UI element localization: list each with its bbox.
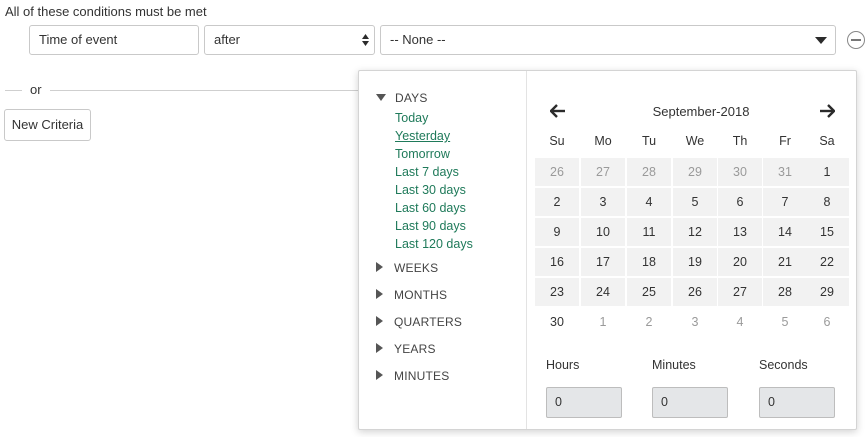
triangle-right-icon <box>376 343 383 353</box>
or-divider-right <box>50 90 360 91</box>
hours-input[interactable]: 0 <box>546 387 622 418</box>
hours-label: Hours <box>546 358 580 372</box>
group-days-label: DAYS <box>395 91 428 105</box>
panel-divider <box>526 71 527 429</box>
seconds-input[interactable]: 0 <box>759 387 835 418</box>
minutes-label: Minutes <box>652 358 696 372</box>
calendar-day[interactable]: 15 <box>805 218 849 246</box>
calendar-day[interactable]: 4 <box>718 308 762 336</box>
triangle-right-icon <box>376 316 383 326</box>
range-tomorrow[interactable]: Tomorrow <box>395 147 450 161</box>
arrow-right-icon[interactable] <box>819 104 835 118</box>
group-quarters[interactable]: QUARTERS <box>376 315 462 329</box>
range-last-60-days[interactable]: Last 60 days <box>395 201 466 215</box>
group-years-label: YEARS <box>394 342 436 356</box>
calendar-day[interactable]: 18 <box>627 248 671 276</box>
calendar-day[interactable]: 4 <box>627 188 671 216</box>
calendar-day[interactable]: 1 <box>805 158 849 186</box>
calendar-day[interactable]: 5 <box>673 188 717 216</box>
arrow-left-icon[interactable] <box>550 104 566 118</box>
group-minutes-label: MINUTES <box>394 369 450 383</box>
range-last-7-days[interactable]: Last 7 days <box>395 165 459 179</box>
triangle-right-icon <box>376 262 383 272</box>
calendar-day[interactable]: 29 <box>673 158 717 186</box>
weekday-label: Th <box>732 134 748 148</box>
calendar-day[interactable]: 13 <box>718 218 762 246</box>
calendar-day[interactable]: 10 <box>581 218 625 246</box>
calendar-day[interactable]: 26 <box>535 158 579 186</box>
calendar-day[interactable]: 3 <box>673 308 717 336</box>
operator-value: after <box>214 32 241 47</box>
group-quarters-label: QUARTERS <box>394 315 463 329</box>
calendar-day[interactable]: 16 <box>535 248 579 276</box>
calendar-day[interactable]: 28 <box>763 278 807 306</box>
range-last-30-days[interactable]: Last 30 days <box>395 183 466 197</box>
calendar-day[interactable]: 29 <box>805 278 849 306</box>
calendar-day[interactable]: 12 <box>673 218 717 246</box>
calendar-day[interactable]: 21 <box>763 248 807 276</box>
group-days[interactable]: DAYS <box>376 91 428 105</box>
or-label: or <box>30 82 42 97</box>
calendar-day[interactable]: 23 <box>535 278 579 306</box>
field-selector[interactable]: Time of event <box>29 25 199 55</box>
value-select[interactable]: -- None -- <box>380 25 836 55</box>
seconds-label: Seconds <box>759 358 808 372</box>
calendar-day[interactable]: 7 <box>763 188 807 216</box>
calendar-day[interactable]: 28 <box>627 158 671 186</box>
weekday-label: Fr <box>779 134 791 148</box>
triangle-right-icon <box>376 289 383 299</box>
date-picker-popover: DAYS Today Yesterday Tomorrow Last 7 day… <box>358 70 857 430</box>
calendar-day[interactable]: 17 <box>581 248 625 276</box>
weekday-label: We <box>685 134 705 148</box>
conditions-heading: All of these conditions must be met <box>5 4 207 19</box>
value-select-text: -- None -- <box>390 32 446 47</box>
month-year-title: September-2018 <box>652 104 750 119</box>
weekday-label: Su <box>549 134 565 148</box>
range-today[interactable]: Today <box>395 111 428 125</box>
calendar-day[interactable]: 20 <box>718 248 762 276</box>
group-minutes[interactable]: MINUTES <box>376 369 449 383</box>
calendar-day[interactable]: 5 <box>763 308 807 336</box>
minutes-input[interactable]: 0 <box>652 387 728 418</box>
triangle-right-icon <box>376 370 383 380</box>
calendar-day[interactable]: 31 <box>763 158 807 186</box>
range-last-120-days[interactable]: Last 120 days <box>395 237 473 251</box>
calendar-day[interactable]: 3 <box>581 188 625 216</box>
calendar-day[interactable]: 24 <box>581 278 625 306</box>
group-years[interactable]: YEARS <box>376 342 436 356</box>
calendar-day[interactable]: 9 <box>535 218 579 246</box>
calendar-day[interactable]: 27 <box>718 278 762 306</box>
calendar-day[interactable]: 22 <box>805 248 849 276</box>
calendar-day[interactable]: 2 <box>627 308 671 336</box>
range-last-90-days[interactable]: Last 90 days <box>395 219 466 233</box>
calendar-day[interactable]: 30 <box>535 308 579 336</box>
minus-circle-icon[interactable] <box>847 31 865 49</box>
or-divider-left <box>5 90 22 91</box>
calendar-day[interactable]: 8 <box>805 188 849 216</box>
weekday-label: Tu <box>641 134 657 148</box>
calendar-day[interactable]: 1 <box>581 308 625 336</box>
calendar-day[interactable]: 30 <box>718 158 762 186</box>
calendar-day[interactable]: 14 <box>763 218 807 246</box>
calendar-day[interactable]: 6 <box>718 188 762 216</box>
new-criteria-button[interactable]: New Criteria <box>4 109 91 141</box>
calendar-day[interactable]: 11 <box>627 218 671 246</box>
triangle-down-icon <box>376 94 386 101</box>
calendar-day[interactable]: 25 <box>627 278 671 306</box>
weekday-label: Sa <box>819 134 835 148</box>
weekday-label: Mo <box>594 134 612 148</box>
caret-down-icon <box>815 37 827 44</box>
group-weeks[interactable]: WEEKS <box>376 261 438 275</box>
updown-arrows-icon <box>362 34 369 46</box>
calendar-day[interactable]: 27 <box>581 158 625 186</box>
operator-select[interactable]: after <box>204 25 375 55</box>
group-months[interactable]: MONTHS <box>376 288 447 302</box>
group-weeks-label: WEEKS <box>394 261 439 275</box>
calendar-day[interactable]: 2 <box>535 188 579 216</box>
group-months-label: MONTHS <box>394 288 448 302</box>
calendar-day[interactable]: 6 <box>805 308 849 336</box>
range-yesterday[interactable]: Yesterday <box>395 129 450 143</box>
calendar-day[interactable]: 26 <box>673 278 717 306</box>
calendar-day[interactable]: 19 <box>673 248 717 276</box>
